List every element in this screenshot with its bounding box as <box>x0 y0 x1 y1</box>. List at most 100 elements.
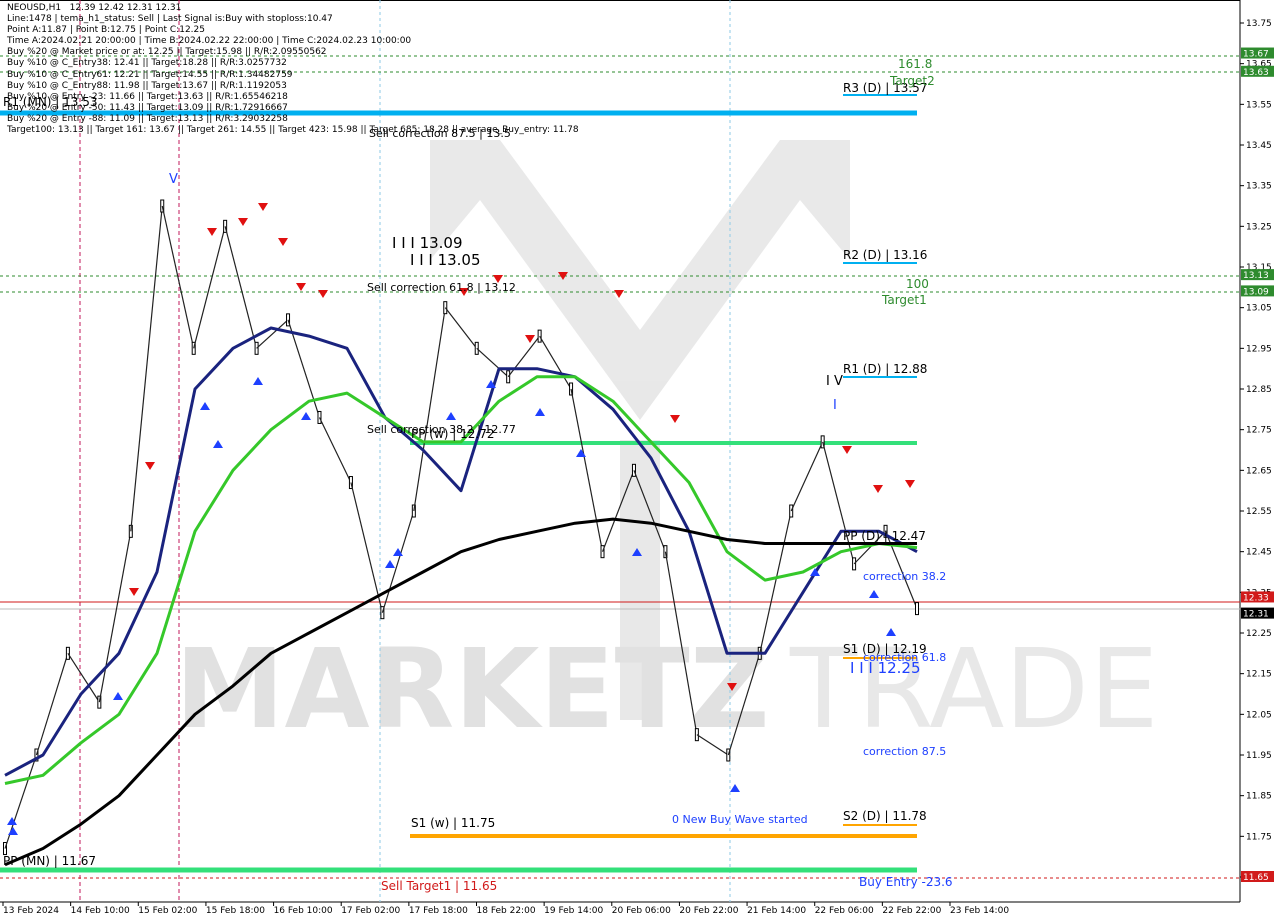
correction-618-label: correction 61.8 <box>863 651 946 664</box>
buy-arrow-icon <box>213 440 223 448</box>
price-tick-label: 12.05 <box>1246 710 1272 720</box>
price-segment <box>224 226 258 349</box>
price-tick-label: 13.05 <box>1246 304 1272 314</box>
trading-chart-window[interactable]: { "window": {"symbol_line": "NEOUSD,H1 1… <box>0 0 1280 920</box>
info-line: Buy %10 @ Entry -23: 11.66 || Target:13.… <box>7 91 288 102</box>
sell-correction-618: Sell correction 61.8 | 13.12 <box>367 281 516 294</box>
time-tick-label: 16 Feb 10:00 <box>274 906 333 916</box>
sell-target-label: Sell Target1 | 11.65 <box>381 879 497 893</box>
price-tick-label: 12.15 <box>1246 670 1272 680</box>
buy-arrow-icon <box>113 692 123 700</box>
new-buy-wave-label: 0 New Buy Wave started <box>672 813 808 826</box>
watermark-left-text: MARKETZ <box>175 625 769 753</box>
sell-arrow-icon <box>145 462 155 470</box>
info-line: Buy %20 @ Entry -88: 11.09 || Target:13.… <box>7 113 288 124</box>
buy-arrow-icon <box>385 560 395 568</box>
sell-arrow-icon <box>258 203 268 211</box>
price-segment <box>193 226 226 349</box>
price-tick-label: 12.25 <box>1246 629 1272 639</box>
time-tick-label: 15 Feb 02:00 <box>138 906 197 916</box>
buy-arrow-icon <box>8 827 18 835</box>
time-tick-label: 14 Feb 10:00 <box>71 906 130 916</box>
sell-arrow-icon <box>905 480 915 488</box>
time-tick-label: 23 Feb 14:00 <box>950 906 1009 916</box>
price-badge-label: 13.13 <box>1243 271 1269 281</box>
sell-correction-382: Sell correction 38.2 | 12.77 <box>367 423 516 436</box>
sell-arrow-icon <box>296 283 306 291</box>
info-line: NEOUSD,H1 12.39 12.42 12.31 12.31 <box>7 3 182 13</box>
price-segment <box>476 347 509 378</box>
time-tick-label: 17 Feb 18:00 <box>409 906 468 916</box>
wave-iv-label: I V <box>826 374 843 389</box>
correction-382-label: correction 38.2 <box>863 570 946 583</box>
price-tick-label: 13.75 <box>1246 19 1272 29</box>
info-line: Point A:11.87 | Point B:12.75 | Point C:… <box>7 25 205 36</box>
price-badge-label: 13.63 <box>1243 68 1269 78</box>
time-axis[interactable]: 13 Feb 2024 14 Feb 10:00 15 Feb 02:00 15 Fe… <box>2 902 1009 916</box>
info-line: Line:1478 | tema_h1_status: Sell | Last … <box>7 14 333 25</box>
time-tick-label: 13 Feb 2024 <box>3 906 59 916</box>
time-tick-label: 20 Feb 22:00 <box>679 906 738 916</box>
time-tick-label: 15 Feb 18:00 <box>206 906 265 916</box>
info-line: Target100: 13.13 || Target 161: 13.67 ||… <box>7 125 579 136</box>
price-segment <box>350 482 383 613</box>
price-series <box>3 199 919 856</box>
target1-label: Target1 <box>881 293 927 307</box>
sell-arrow-icon <box>129 588 139 596</box>
info-line: Buy %10 @ C_Entry88: 11.98 || Target:13.… <box>7 80 287 91</box>
price-segment <box>507 335 541 378</box>
price-badge-label: 13.09 <box>1243 287 1269 297</box>
price-chart[interactable]: MARKETZ TRADE R3 (D) | 13.57 R2 (D) | 13… <box>0 0 1280 920</box>
sell-arrow-icon <box>318 290 328 298</box>
price-segment <box>444 307 478 349</box>
info-line: Buy %10 @ C_Entry61: 12.21 || Target:14.… <box>7 69 293 80</box>
sell-arrow-icon <box>842 446 852 454</box>
price-badge-label: 11.65 <box>1243 873 1269 883</box>
time-tick-label: 17 Feb 02:00 <box>341 906 400 916</box>
moving-averages <box>4 326 918 867</box>
correction-875-label: correction 87.5 <box>863 745 946 758</box>
sell-arrow-icon <box>525 335 535 343</box>
info-line: Buy %10 @ C_Entry38: 12.41 || Target:18.… <box>7 58 287 69</box>
buy-arrow-icon <box>869 590 879 598</box>
wave-1305-label: I I I 13.05 <box>410 251 481 269</box>
price-tick-label: 11.75 <box>1246 832 1272 842</box>
indicator-info-panel: NEOUSD,H1 12.39 12.42 12.31 12.31 Line:14… <box>7 3 579 136</box>
price-axis[interactable]: 13.7513.6513.5513.4513.3513.2513.1513.05… <box>1240 19 1272 883</box>
time-tick-label: 19 Feb 14:00 <box>544 906 603 916</box>
watermark: MARKETZ TRADE <box>175 140 1159 753</box>
price-segment <box>570 388 604 552</box>
time-tick-label: 22 Feb 06:00 <box>815 906 874 916</box>
price-segment <box>318 417 352 483</box>
price-segment <box>130 205 163 532</box>
candle-marker <box>915 602 919 616</box>
buy-arrow-icon <box>576 449 586 457</box>
s1-w-label: S1 (w) | 11.75 <box>411 816 495 830</box>
time-tick-label: 21 Feb 14:00 <box>747 906 806 916</box>
price-segment <box>161 205 195 349</box>
watermark-logo <box>430 140 850 420</box>
sell-arrow-icon <box>278 238 288 246</box>
price-segment <box>381 510 415 613</box>
price-segment <box>790 441 824 512</box>
price-tick-label: 11.85 <box>1246 792 1272 802</box>
pp-d-label: PP (D) | 12.47 <box>843 529 926 543</box>
price-tick-label: 13.35 <box>1246 182 1272 192</box>
buy-arrow-icon <box>301 412 311 420</box>
time-tick-label: 18 Feb 22:00 <box>477 906 536 916</box>
wave-i-label: I <box>833 398 837 413</box>
sell-arrow-icon <box>873 485 883 493</box>
price-badge-label: 13.67 <box>1243 50 1269 60</box>
price-badge-label: 12.33 <box>1243 593 1269 603</box>
price-segment <box>759 510 792 654</box>
price-segment <box>822 441 855 565</box>
price-tick-label: 11.95 <box>1246 751 1272 761</box>
time-tick-label: 20 Feb 06:00 <box>612 906 671 916</box>
s2-d-label: S2 (D) | 11.78 <box>843 809 927 823</box>
pp-mn-label: PP (MN) | 11.67 <box>3 854 96 868</box>
r1-label: R1 (D) | 12.88 <box>843 362 927 376</box>
info-line: Time A:2024.02.21 20:00:00 | Time B:2024… <box>7 36 412 47</box>
wave-1309-label: I I I 13.09 <box>392 234 463 252</box>
buy-entry-label: Buy Entry -23.6 <box>859 875 953 889</box>
buy-arrow-icon <box>535 408 545 416</box>
